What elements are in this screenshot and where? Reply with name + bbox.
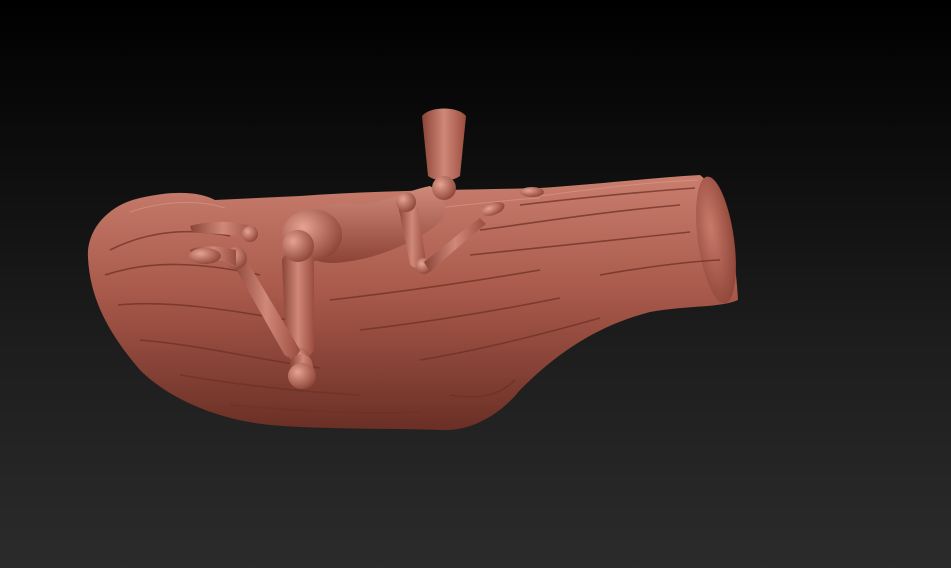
mannequin-foot — [288, 363, 316, 389]
sculpt-scene — [87, 108, 739, 431]
mannequin-neck-joint — [432, 176, 456, 200]
mannequin-wrist-joint — [242, 226, 258, 242]
mannequin-head — [422, 108, 466, 181]
mannequin-shoulder-joint — [396, 192, 416, 212]
mannequin-hip-joint — [282, 230, 314, 262]
mannequin-left-hand — [189, 248, 221, 264]
sculpt-canvas-viewport[interactable] — [0, 0, 951, 568]
mannequin-hand-far — [520, 187, 544, 197]
